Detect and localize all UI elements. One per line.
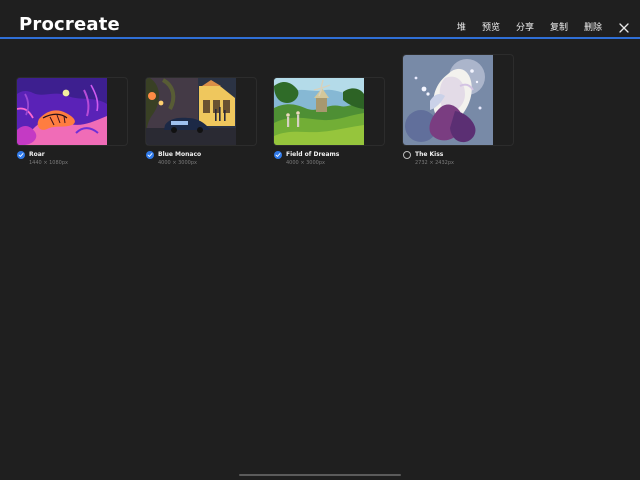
- artwork-title-row: The Kiss: [403, 151, 523, 159]
- artwork-name: Blue Monaco: [158, 151, 202, 158]
- artwork-name: The Kiss: [415, 151, 444, 158]
- gallery-screen: Procreate 堆 预览 分享 复制 删除 Roar 1440 × 1080…: [0, 0, 640, 480]
- artwork-blue-monaco[interactable]: Blue Monaco 4000 × 3000px: [146, 78, 256, 166]
- artwork-thumbnail-roar[interactable]: [17, 78, 127, 145]
- artwork-size: 4000 × 3000px: [158, 160, 197, 166]
- artwork-info-blue-monaco: Blue Monaco 4000 × 3000px: [146, 151, 266, 166]
- artwork-thumbnail-field-of-dreams[interactable]: [274, 78, 384, 145]
- artwork-thumbnail-the-kiss[interactable]: [403, 55, 513, 145]
- selected-check-icon[interactable]: [274, 151, 282, 159]
- artwork-size: 4000 × 3000px: [286, 160, 325, 166]
- artwork-the-kiss[interactable]: The Kiss 2732 × 2432px: [403, 55, 513, 166]
- artwork-info-field-of-dreams: Field of Dreams 4000 × 3000px: [274, 151, 394, 166]
- artwork-info-the-kiss: The Kiss 2732 × 2432px: [403, 151, 523, 166]
- artwork-roar[interactable]: Roar 1440 × 1080px: [17, 78, 127, 166]
- artwork-name: Field of Dreams: [286, 151, 340, 158]
- selected-check-icon[interactable]: [17, 151, 25, 159]
- artwork-size: 1440 × 1080px: [29, 160, 68, 166]
- selected-check-icon[interactable]: [146, 151, 154, 159]
- artwork-title-row: Field of Dreams: [274, 151, 394, 159]
- artwork-title-row: Blue Monaco: [146, 151, 266, 159]
- artwork-info-roar: Roar 1440 × 1080px: [17, 151, 137, 166]
- home-indicator: [239, 474, 401, 476]
- artwork-name: Roar: [29, 151, 45, 158]
- unselected-circle-icon[interactable]: [403, 151, 411, 159]
- artwork-size: 2732 × 2432px: [415, 160, 454, 166]
- artwork-grid: Roar 1440 × 1080px Blue Monaco 4000 × 30…: [0, 0, 640, 480]
- artwork-field-of-dreams[interactable]: Field of Dreams 4000 × 3000px: [274, 78, 384, 166]
- artwork-thumbnail-blue-monaco[interactable]: [146, 78, 256, 145]
- artwork-title-row: Roar: [17, 151, 137, 159]
